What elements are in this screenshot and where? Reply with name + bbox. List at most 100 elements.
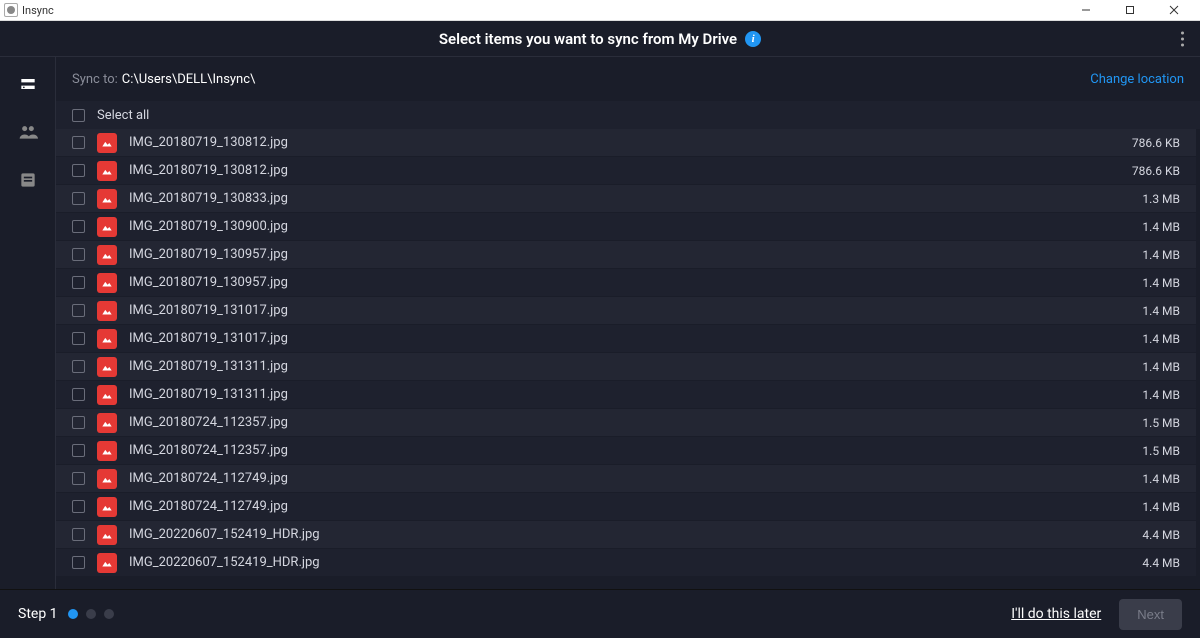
file-checkbox[interactable]: [72, 360, 85, 373]
step-dot-3: [104, 609, 114, 619]
image-file-icon: [97, 413, 117, 433]
sync-to-label: Sync to:: [72, 72, 118, 87]
file-checkbox[interactable]: [72, 248, 85, 261]
image-file-icon: [97, 441, 117, 461]
file-checkbox[interactable]: [72, 472, 85, 485]
close-button[interactable]: [1152, 0, 1196, 21]
file-size: 786.6 KB: [1132, 164, 1180, 178]
file-size: 1.4 MB: [1142, 304, 1180, 318]
file-size: 1.4 MB: [1142, 472, 1180, 486]
step-label: Step 1: [18, 606, 58, 622]
titlebar: Insync: [0, 0, 1200, 21]
select-all-row: Select all: [56, 101, 1200, 129]
file-checkbox[interactable]: [72, 556, 85, 569]
file-size: 1.4 MB: [1142, 360, 1180, 374]
file-row[interactable]: IMG_20180719_130812.jpg786.6 KB: [56, 157, 1196, 185]
change-location-link[interactable]: Change location: [1090, 72, 1184, 87]
sync-path-row: Sync to: C:\Users\DELL\Insync\ Change lo…: [56, 57, 1200, 101]
minimize-button[interactable]: [1064, 0, 1108, 21]
step-dot-2: [86, 609, 96, 619]
sidebar: [0, 57, 56, 589]
file-checkbox[interactable]: [72, 192, 85, 205]
step-dots: [68, 609, 114, 619]
file-checkbox[interactable]: [72, 332, 85, 345]
file-row[interactable]: IMG_20180719_130812.jpg786.6 KB: [56, 129, 1196, 157]
file-checkbox[interactable]: [72, 500, 85, 513]
file-row[interactable]: IMG_20180719_130833.jpg1.3 MB: [56, 185, 1196, 213]
file-row[interactable]: IMG_20180724_112749.jpg1.4 MB: [56, 465, 1196, 493]
file-checkbox[interactable]: [72, 416, 85, 429]
file-row[interactable]: IMG_20180719_131017.jpg1.4 MB: [56, 325, 1196, 353]
image-file-icon: [97, 301, 117, 321]
footer: Step 1 I'll do this later Next: [0, 589, 1200, 638]
file-checkbox[interactable]: [72, 220, 85, 233]
page-title: Select items you want to sync from My Dr…: [439, 30, 737, 48]
kebab-menu-icon[interactable]: [1177, 27, 1188, 50]
file-checkbox[interactable]: [72, 528, 85, 541]
drive-icon[interactable]: [17, 73, 39, 95]
info-icon[interactable]: i: [745, 31, 761, 47]
file-size: 4.4 MB: [1142, 528, 1180, 542]
file-row[interactable]: IMG_20180719_130957.jpg1.4 MB: [56, 269, 1196, 297]
image-file-icon: [97, 161, 117, 181]
maximize-button[interactable]: [1108, 0, 1152, 21]
file-name: IMG_20180724_112357.jpg: [129, 443, 1142, 458]
file-row[interactable]: IMG_20180724_112749.jpg1.4 MB: [56, 493, 1196, 521]
file-row[interactable]: IMG_20180719_131311.jpg1.4 MB: [56, 381, 1196, 409]
next-button[interactable]: Next: [1119, 599, 1182, 630]
image-file-icon: [97, 329, 117, 349]
image-file-icon: [97, 553, 117, 573]
file-row[interactable]: IMG_20180719_130957.jpg1.4 MB: [56, 241, 1196, 269]
file-checkbox[interactable]: [72, 164, 85, 177]
file-checkbox[interactable]: [72, 304, 85, 317]
file-size: 1.5 MB: [1142, 444, 1180, 458]
file-name: IMG_20180724_112357.jpg: [129, 415, 1142, 430]
file-row[interactable]: IMG_20180719_130900.jpg1.4 MB: [56, 213, 1196, 241]
file-size: 1.4 MB: [1142, 332, 1180, 346]
file-size: 1.4 MB: [1142, 220, 1180, 234]
file-checkbox[interactable]: [72, 276, 85, 289]
file-name: IMG_20180719_130833.jpg: [129, 191, 1142, 206]
file-name: IMG_20180719_131017.jpg: [129, 331, 1142, 346]
file-checkbox[interactable]: [72, 388, 85, 401]
file-checkbox[interactable]: [72, 444, 85, 457]
image-file-icon: [97, 525, 117, 545]
file-size: 1.4 MB: [1142, 388, 1180, 402]
image-file-icon: [97, 357, 117, 377]
file-checkbox[interactable]: [72, 136, 85, 149]
file-size: 4.4 MB: [1142, 556, 1180, 570]
app-icon: [4, 3, 18, 17]
file-name: IMG_20180719_131311.jpg: [129, 359, 1142, 374]
file-row[interactable]: IMG_20180724_112357.jpg1.5 MB: [56, 409, 1196, 437]
file-list[interactable]: IMG_20180719_130812.jpg786.6 KBIMG_20180…: [56, 129, 1200, 589]
file-size: 1.5 MB: [1142, 416, 1180, 430]
file-row[interactable]: IMG_20220607_152419_HDR.jpg4.4 MB: [56, 549, 1196, 577]
file-row[interactable]: IMG_20180724_112357.jpg1.5 MB: [56, 437, 1196, 465]
file-name: IMG_20220607_152419_HDR.jpg: [129, 555, 1142, 570]
image-file-icon: [97, 385, 117, 405]
file-row[interactable]: IMG_20180719_131017.jpg1.4 MB: [56, 297, 1196, 325]
image-file-icon: [97, 133, 117, 153]
select-all-checkbox[interactable]: [72, 109, 85, 122]
image-file-icon: [97, 497, 117, 517]
file-size: 786.6 KB: [1132, 136, 1180, 150]
file-name: IMG_20180719_130900.jpg: [129, 219, 1142, 234]
contacts-icon[interactable]: [17, 169, 39, 191]
step-dot-1: [68, 609, 78, 619]
image-file-icon: [97, 189, 117, 209]
file-size: 1.3 MB: [1142, 192, 1180, 206]
file-name: IMG_20180719_131017.jpg: [129, 303, 1142, 318]
file-row[interactable]: IMG_20220607_152419_HDR.jpg4.4 MB: [56, 521, 1196, 549]
file-size: 1.4 MB: [1142, 500, 1180, 514]
file-size: 1.4 MB: [1142, 276, 1180, 290]
sync-path: C:\Users\DELL\Insync\: [122, 72, 256, 87]
file-size: 1.4 MB: [1142, 248, 1180, 262]
file-name: IMG_20180719_131311.jpg: [129, 387, 1142, 402]
file-name: IMG_20180724_112749.jpg: [129, 471, 1142, 486]
shared-icon[interactable]: [17, 121, 39, 143]
file-name: IMG_20220607_152419_HDR.jpg: [129, 527, 1142, 542]
file-row[interactable]: IMG_20180719_131311.jpg1.4 MB: [56, 353, 1196, 381]
file-name: IMG_20180724_112749.jpg: [129, 499, 1142, 514]
do-this-later-link[interactable]: I'll do this later: [1011, 606, 1101, 622]
main-content: Sync to: C:\Users\DELL\Insync\ Change lo…: [56, 57, 1200, 589]
